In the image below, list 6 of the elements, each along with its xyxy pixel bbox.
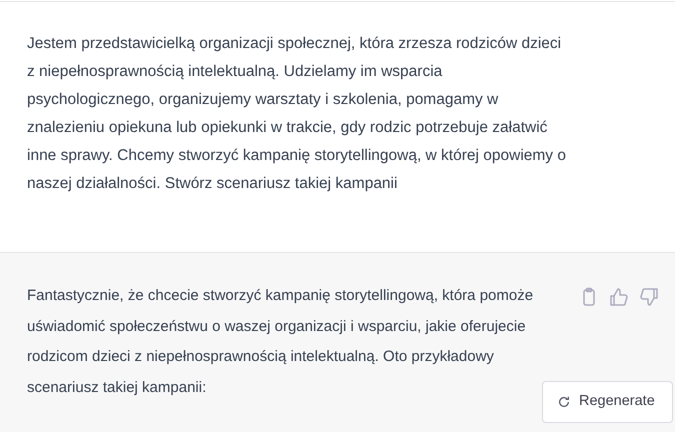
message-text: Fantastycznie, że chcecie stworzyć kampanię storytellingową, która pomoże uświadomić społeczeństwu o waszej organizacji i wsparciu, jakie oferujecie rodzicom dzieci z niepełnosprawnością intelektualną. Oto przykładowy scenariusz takiej kampanii: bbox=[27, 286, 534, 398]
regenerate-button[interactable]: Regenerate bbox=[542, 381, 673, 423]
thumbs-down-icon[interactable] bbox=[639, 287, 659, 307]
message-text: Jestem przedstawicielką organizacji społecznej, która zrzesza rodziców dzieci z niepełnosprawnością intelektualną. Udzielamy im wsparcia psychologicznego, organizujemy warsztaty i szkolenia, pomagamy w znalezieniu opiekuna lub opiekunki w trakcie, gdy rodzic potrzebuje załatwić inne sprawy. Chcemy stworzyć kampanię storytellingową, w której opowiemy o naszej działalności. Stwórz scenariusz takiej kampanii bbox=[27, 34, 567, 194]
refresh-icon bbox=[557, 395, 571, 409]
thumbs-up-icon[interactable] bbox=[609, 287, 629, 307]
